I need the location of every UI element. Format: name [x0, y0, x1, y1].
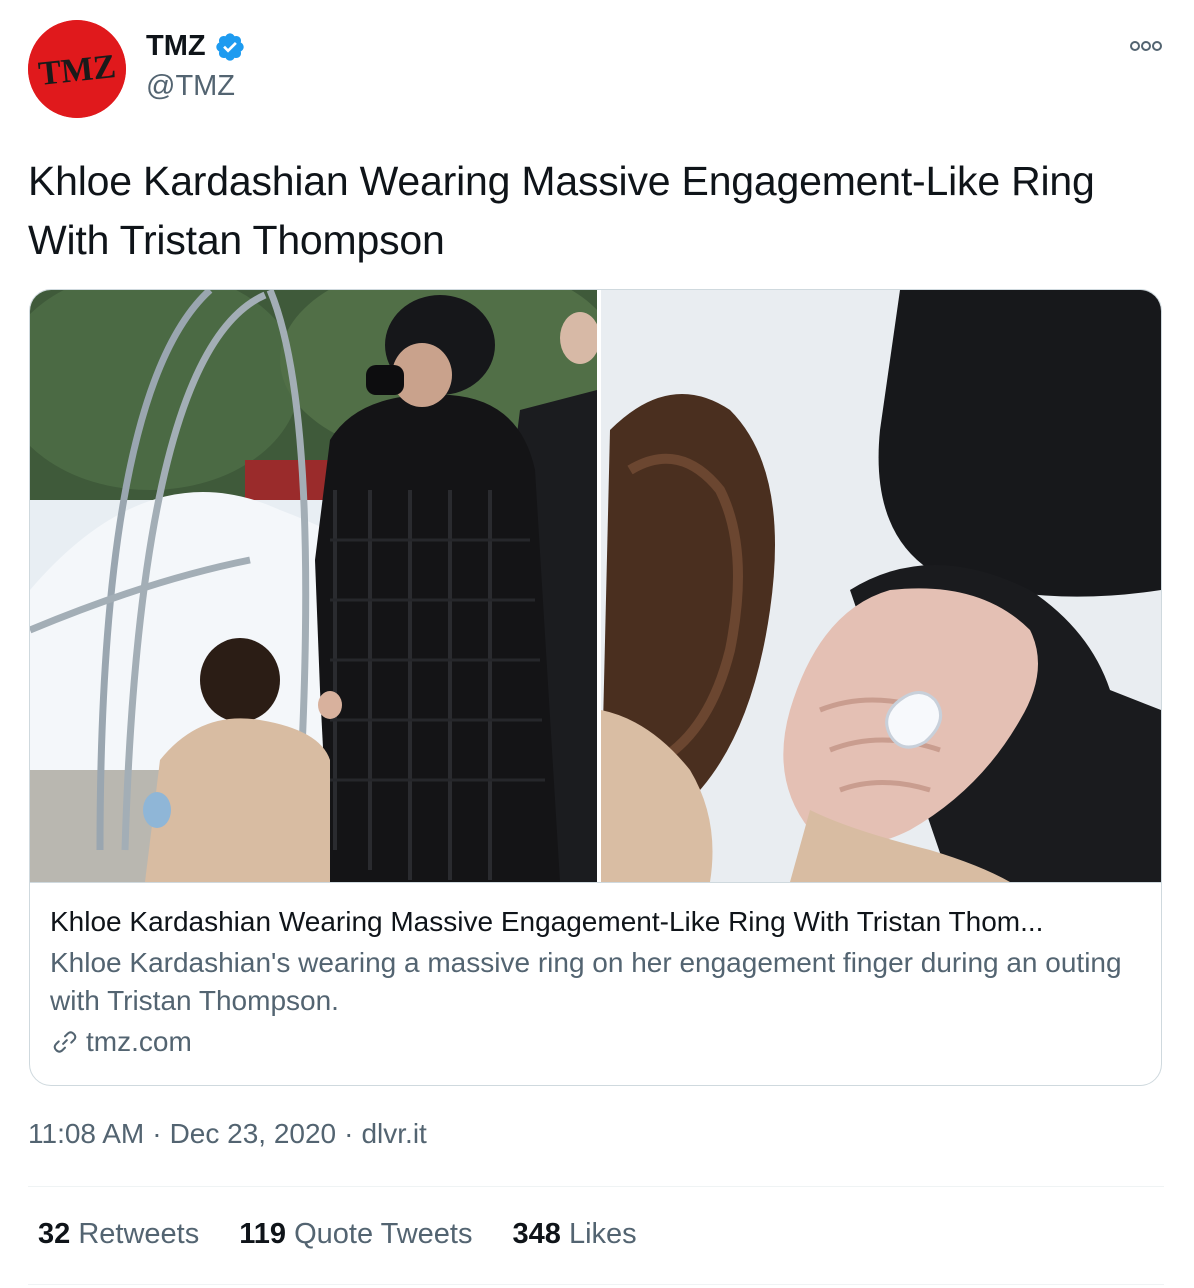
card-domain-row: tmz.com	[50, 1022, 1140, 1062]
card-image[interactable]	[30, 290, 1161, 883]
quote-tweets-stat[interactable]: 119 Quote Tweets	[239, 1218, 472, 1251]
tweet-source[interactable]: dlvr.it	[361, 1118, 426, 1150]
meta-separator: ·	[344, 1118, 354, 1149]
quote-tweets-count: 119	[239, 1218, 287, 1250]
card-domain: tmz.com	[86, 1026, 192, 1057]
author-name-row: TMZ	[146, 30, 246, 63]
divider	[28, 1284, 1164, 1285]
retweets-label: Retweets	[78, 1218, 200, 1250]
tweet-stats: 32 Retweets 119 Quote Tweets 348 Likes	[38, 1218, 637, 1251]
likes-stat[interactable]: 348 Likes	[512, 1218, 636, 1251]
divider	[28, 1186, 1164, 1187]
tweet: TMZ TMZ @TMZ Khloe Kardashian Wearing Ma…	[0, 0, 1194, 1288]
likes-count: 348	[512, 1218, 561, 1250]
more-dots-icon	[1130, 41, 1162, 51]
likes-label: Likes	[568, 1218, 637, 1250]
author-name[interactable]: TMZ	[146, 30, 206, 63]
verified-badge-icon	[215, 32, 244, 61]
meta-separator: ·	[152, 1118, 162, 1149]
more-options-button[interactable]	[1128, 32, 1164, 60]
card-title: Khloe Kardashian Wearing Massive Engagem…	[50, 906, 1044, 937]
tweet-date[interactable]: Dec 23, 2020	[170, 1118, 337, 1150]
tweet-meta: 11:08 AM · Dec 23, 2020 · dlvr.it	[28, 1118, 427, 1150]
link-icon	[53, 1031, 77, 1053]
quote-tweets-label: Quote Tweets	[294, 1218, 473, 1250]
retweets-stat[interactable]: 32 Retweets	[38, 1218, 199, 1251]
avatar[interactable]: TMZ	[28, 20, 126, 118]
card-description: Khloe Kardashian's wearing a massive rin…	[50, 947, 1122, 1016]
retweets-count: 32	[38, 1218, 71, 1250]
tweet-time[interactable]: 11:08 AM	[28, 1118, 144, 1150]
tweet-text: Khloe Kardashian Wearing Massive Engagem…	[28, 158, 1095, 263]
link-card[interactable]: Khloe Kardashian Wearing Massive Engagem…	[29, 289, 1162, 1086]
tmz-logo: TMZ	[28, 20, 126, 118]
card-body: Khloe Kardashian Wearing Massive Engagem…	[50, 902, 1140, 1062]
card-photo	[30, 290, 1161, 882]
author-handle[interactable]: @TMZ	[146, 70, 235, 103]
